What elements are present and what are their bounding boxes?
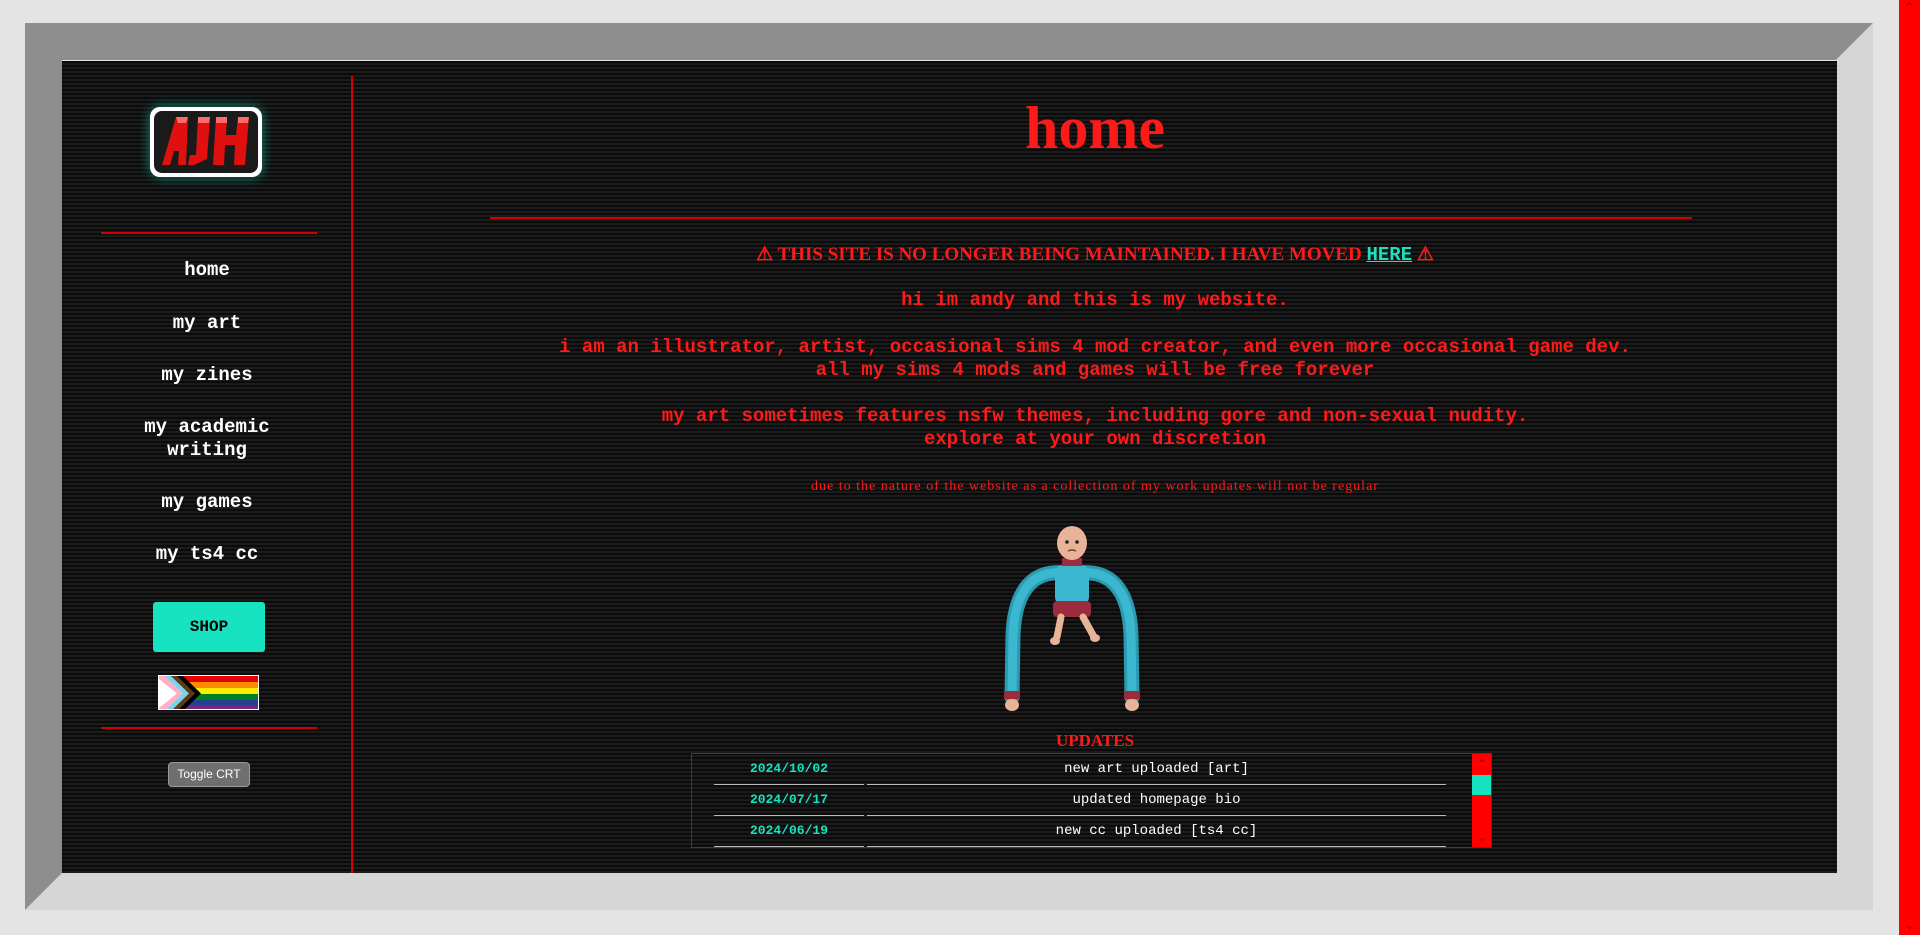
maintenance-notice-text: ⚠ THIS SITE IS NO LONGER BEING MAINTAINE…: [756, 244, 1367, 265]
warning-icon: ⚠: [1412, 244, 1434, 265]
nsfw-line-1: my art sometimes features nsfw themes, i…: [661, 405, 1529, 427]
updates-scroll-thumb[interactable]: [1472, 775, 1491, 795]
chevron-up-icon[interactable]: ⌃: [1472, 754, 1491, 774]
title-divider: [490, 217, 1692, 219]
toggle-crt-button[interactable]: Toggle CRT: [168, 762, 250, 787]
page-scrollbar[interactable]: ⌃ ⌄: [1899, 0, 1920, 935]
long-armed-figure-icon: [1004, 526, 1140, 711]
update-text: new cc uploaded [ts4 cc]: [867, 816, 1446, 847]
nav-my-games[interactable]: my games: [82, 491, 332, 514]
moved-here-link[interactable]: HERE: [1366, 244, 1412, 266]
about-line-1: i am an illustrator, artist, occasional …: [559, 336, 1631, 358]
about-line-2: all my sims 4 mods and games will be fre…: [815, 359, 1375, 381]
page-scroll-down-icon[interactable]: ⌄: [1899, 917, 1920, 935]
nsfw-line-2: explore at your own discretion: [923, 428, 1267, 450]
updates-scrollbar[interactable]: ⌃ ⌄: [1472, 754, 1491, 847]
update-text: new art uploaded [art]: [867, 754, 1446, 785]
intro-text: hi im andy and this is my website.: [901, 289, 1289, 311]
updates-list[interactable]: 2024/10/02 new art uploaded [art] 2024/0…: [691, 753, 1492, 848]
crt-screen: home my art my zines my academic writing…: [62, 61, 1837, 873]
shop-button[interactable]: SHOP: [153, 602, 265, 652]
update-text: updated homepage bio: [867, 785, 1446, 816]
ajh-logo-icon: [150, 107, 262, 177]
update-date: 2024/07/17: [714, 785, 864, 816]
maintenance-notice: ⚠ THIS SITE IS NO LONGER BEING MAINTAINE…: [353, 243, 1837, 267]
update-row: 2024/10/02 new art uploaded [art]: [714, 754, 1446, 785]
update-row: 2024/06/19 new cc uploaded [ts4 cc]: [714, 816, 1446, 847]
character-illustration: [997, 525, 1147, 715]
update-date: 2024/06/19: [714, 816, 864, 847]
page-scroll-up-icon[interactable]: ⌃: [1899, 0, 1920, 18]
pride-flag-badge[interactable]: [158, 675, 259, 710]
main-content: home ⚠ THIS SITE IS NO LONGER BEING MAIN…: [353, 61, 1837, 873]
nav-my-zines[interactable]: my zines: [82, 364, 332, 387]
nav-my-academic-writing[interactable]: my academic writing: [122, 416, 292, 462]
update-date: 2024/10/02: [714, 754, 864, 785]
site-logo[interactable]: [132, 93, 282, 193]
chevron-down-icon[interactable]: ⌄: [1472, 827, 1491, 847]
nav-home[interactable]: home: [82, 259, 332, 282]
progress-pride-flag-icon: [159, 676, 258, 709]
sidebar-divider-top: [101, 232, 317, 234]
update-frequency-note: due to the nature of the website as a co…: [811, 479, 1379, 494]
page-title: home: [1025, 95, 1165, 161]
nav-my-art[interactable]: my art: [82, 312, 332, 335]
nav-my-ts4-cc[interactable]: my ts4 cc: [82, 543, 332, 566]
updates-heading: UPDATES: [1055, 731, 1135, 750]
sidebar: home my art my zines my academic writing…: [62, 61, 352, 873]
sidebar-divider-bottom: [101, 727, 317, 729]
update-row: 2024/07/17 updated homepage bio: [714, 785, 1446, 816]
